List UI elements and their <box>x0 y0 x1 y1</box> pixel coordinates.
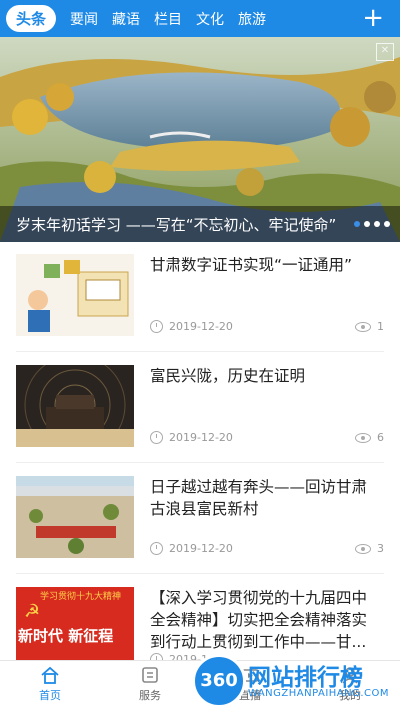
news-thumbnail <box>16 476 134 558</box>
carousel-dot[interactable] <box>364 221 370 227</box>
watermark-logo: 360 网站排行榜 WANGZHANPAIHANG.COM <box>190 652 400 710</box>
divider <box>16 351 384 352</box>
carousel-dot[interactable] <box>354 221 360 227</box>
hero-caption-bar: 岁末年初话学习 ——写在“不忘初心、牢记使命” <box>0 206 400 242</box>
clock-icon <box>150 320 163 333</box>
clock-icon <box>150 431 163 444</box>
list-item[interactable]: 甘肃数字证书实现“一证通用” 2019-12-20 1 <box>16 254 384 354</box>
clock-icon <box>150 542 163 555</box>
list-item[interactable]: 富民兴陇，历史在证明 2019-12-20 6 <box>16 365 384 465</box>
tab-news[interactable]: 要闻 <box>70 9 98 29</box>
view-count: 1 <box>355 320 384 333</box>
service-icon <box>142 667 158 683</box>
divider <box>16 573 384 574</box>
watermark-subtitle: WANGZHANPAIHANG.COM <box>248 688 390 699</box>
news-title[interactable]: 甘肃数字证书实现“一证通用” <box>150 254 382 276</box>
nav-service[interactable]: 服务 <box>120 665 180 703</box>
carousel-dot[interactable] <box>374 221 380 227</box>
tab-culture[interactable]: 文化 <box>196 9 224 29</box>
nav-home[interactable]: 首页 <box>20 665 80 703</box>
carousel-dot[interactable] <box>384 221 390 227</box>
eye-icon <box>355 543 371 554</box>
nav-home-label: 首页 <box>39 689 61 702</box>
home-icon <box>41 666 59 684</box>
news-thumbnail <box>16 365 134 447</box>
tab-tibetan[interactable]: 藏语 <box>112 9 140 29</box>
news-title[interactable]: 【深入学习贯彻党的十九届四中全会精神】切实把全会精神落实到行动上贯彻到工作中——… <box>150 587 382 653</box>
hero-caption: 岁末年初话学习 ——写在“不忘初心、牢记使命” <box>16 216 337 234</box>
list-item[interactable]: 日子越过越有奔头——回访甘肃古浪县富民新村 2019-12-20 3 <box>16 476 384 576</box>
thumb-caption-top: 学习贯彻十九大精神 <box>40 592 122 602</box>
carousel-indicator <box>354 221 390 227</box>
close-icon[interactable]: ✕ <box>376 43 394 61</box>
news-thumbnail <box>16 254 134 336</box>
tab-headline[interactable]: 头条 <box>6 5 57 32</box>
news-date: 2019-12-20 <box>150 542 233 555</box>
nav-service-label: 服务 <box>139 689 161 702</box>
eye-icon <box>355 432 371 443</box>
tab-columns[interactable]: 栏目 <box>154 9 182 29</box>
watermark-title: 网站排行榜 <box>248 665 363 691</box>
plus-icon[interactable]: + <box>362 5 384 31</box>
watermark-badge: 360 <box>192 654 246 708</box>
news-thumbnail: 学习贯彻十九大精神 ☭ 新时代 新征程 <box>16 587 134 669</box>
eye-icon <box>355 321 371 332</box>
party-emblem-icon: ☭ <box>24 601 41 622</box>
tab-travel[interactable]: 旅游 <box>238 9 266 29</box>
news-title[interactable]: 日子越过越有奔头——回访甘肃古浪县富民新村 <box>150 476 382 520</box>
hero-carousel[interactable]: ✕ 岁末年初话学习 ——写在“不忘初心、牢记使命” <box>0 37 400 242</box>
thumb-caption-bottom: 新时代 新征程 <box>18 627 114 645</box>
news-date: 2019-12-20 <box>150 431 233 444</box>
news-date: 2019-12-20 <box>150 320 233 333</box>
view-count: 6 <box>355 431 384 444</box>
news-title[interactable]: 富民兴陇，历史在证明 <box>150 365 382 387</box>
divider <box>16 462 384 463</box>
top-tab-bar: 头条 要闻 藏语 栏目 文化 旅游 + <box>0 0 400 37</box>
view-count: 3 <box>355 542 384 555</box>
